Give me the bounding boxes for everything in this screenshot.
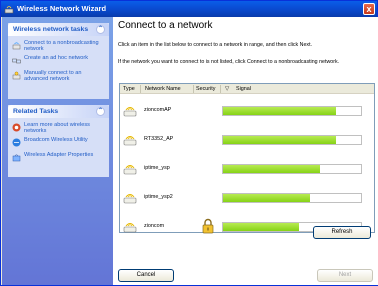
column-network-name[interactable]: Network Name: [145, 86, 181, 92]
network-name: RT3352_AP: [144, 136, 174, 142]
signal-strength-bar: [222, 135, 362, 145]
column-divider: [193, 85, 194, 93]
network-list[interactable]: Type Network Name Security ▽ Signal zion…: [119, 83, 375, 234]
lock-icon: [202, 218, 214, 234]
list-header: Type Network Name Security ▽ Signal: [120, 84, 374, 94]
network-row[interactable]: iptime_ysp: [120, 156, 374, 182]
network-row[interactable]: zioncomAP: [120, 98, 374, 124]
task-label: Connect to a nonbroadcasting network: [24, 40, 99, 53]
signal-strength-fill: [223, 194, 310, 202]
network-row[interactable]: RT3352_AP: [120, 127, 374, 153]
adapter-properties-icon: [12, 154, 21, 162]
network-name: iptime_ysp2: [144, 194, 173, 200]
task-label: Manually connect to an advanced network: [24, 70, 82, 83]
network-name: zioncomAP: [144, 107, 172, 113]
signal-strength-fill: [223, 165, 320, 173]
network-tasks-title: Wireless network tasks: [13, 26, 89, 33]
help-icon: [12, 123, 21, 132]
network-name: zioncom: [144, 223, 165, 229]
wireless-network-icon: [123, 194, 137, 204]
ad-hoc-network-icon: [12, 58, 21, 64]
task-learn-more[interactable]: Learn more about wireless networks: [8, 121, 109, 136]
wizard-window: Wireless Network Wizard x Wireless netwo…: [0, 0, 378, 286]
task-manual-connect[interactable]: Manually connect to an advanced network: [8, 69, 109, 84]
task-create-adhoc[interactable]: Create an ad hoc network: [8, 54, 109, 69]
wireless-network-icon: [123, 107, 137, 117]
task-adapter-properties[interactable]: Wireless Adapter Properties: [8, 151, 109, 166]
wireless-network-icon: [12, 42, 21, 50]
network-name: iptime_ysp: [144, 165, 170, 171]
column-divider: [140, 85, 141, 93]
task-label: Broadcom Wireless Utility: [24, 137, 88, 143]
main-content: Connect to a network Click an item in th…: [113, 17, 378, 285]
utility-icon: [12, 138, 21, 147]
instruction-text: Click an item in the list below to conne…: [118, 42, 313, 48]
sort-arrow-icon: ▽: [225, 86, 230, 92]
advanced-network-icon: [12, 71, 21, 80]
task-pane: Wireless network tasks ⌃ Connect to a no…: [2, 17, 113, 285]
next-button[interactable]: Next: [317, 269, 373, 282]
wireless-network-icon: [123, 223, 137, 233]
task-label: Create an ad hoc network: [24, 55, 89, 61]
signal-strength-fill: [223, 223, 299, 231]
related-tasks-title: Related Tasks: [13, 108, 59, 115]
refresh-button[interactable]: Refresh: [313, 226, 371, 239]
related-tasks-header[interactable]: Related Tasks ⌃: [8, 105, 109, 118]
signal-strength-bar: [222, 193, 362, 203]
signal-strength-bar: [222, 106, 362, 116]
column-divider: [220, 85, 221, 93]
signal-strength-fill: [223, 136, 336, 144]
task-label: Learn more about wireless networks: [24, 122, 90, 135]
close-button[interactable]: x: [363, 3, 375, 15]
signal-strength-fill: [223, 107, 336, 115]
wireless-network-icon: [123, 136, 137, 146]
title-bar[interactable]: Wireless Network Wizard x: [1, 1, 377, 17]
column-security[interactable]: Security: [196, 86, 215, 92]
window-title: Wireless Network Wizard: [17, 4, 107, 13]
task-broadcom-utility[interactable]: Broadcom Wireless Utility: [8, 136, 109, 151]
column-signal[interactable]: Signal: [236, 86, 251, 92]
task-connect-nonbroadcasting[interactable]: Connect to a nonbroadcasting network: [8, 39, 109, 54]
collapse-chevron-icon[interactable]: ⌃: [96, 25, 105, 34]
page-heading: Connect to a network: [118, 20, 213, 31]
task-label: Wireless Adapter Properties: [24, 152, 94, 158]
signal-strength-bar: [222, 164, 362, 174]
column-type[interactable]: Type: [123, 86, 135, 92]
wireless-app-icon: [4, 6, 14, 14]
collapse-chevron-icon[interactable]: ⌃: [96, 107, 105, 116]
hint-text: If the network you want to connect to is…: [118, 59, 340, 65]
network-row[interactable]: iptime_ysp2: [120, 185, 374, 211]
wireless-network-icon: [123, 165, 137, 175]
network-tasks-header[interactable]: Wireless network tasks ⌃: [8, 23, 109, 36]
network-tasks-box: Wireless network tasks ⌃ Connect to a no…: [8, 23, 109, 99]
cancel-button[interactable]: Cancel: [118, 269, 174, 282]
related-tasks-box: Related Tasks ⌃ Learn more about wireles…: [8, 105, 109, 177]
